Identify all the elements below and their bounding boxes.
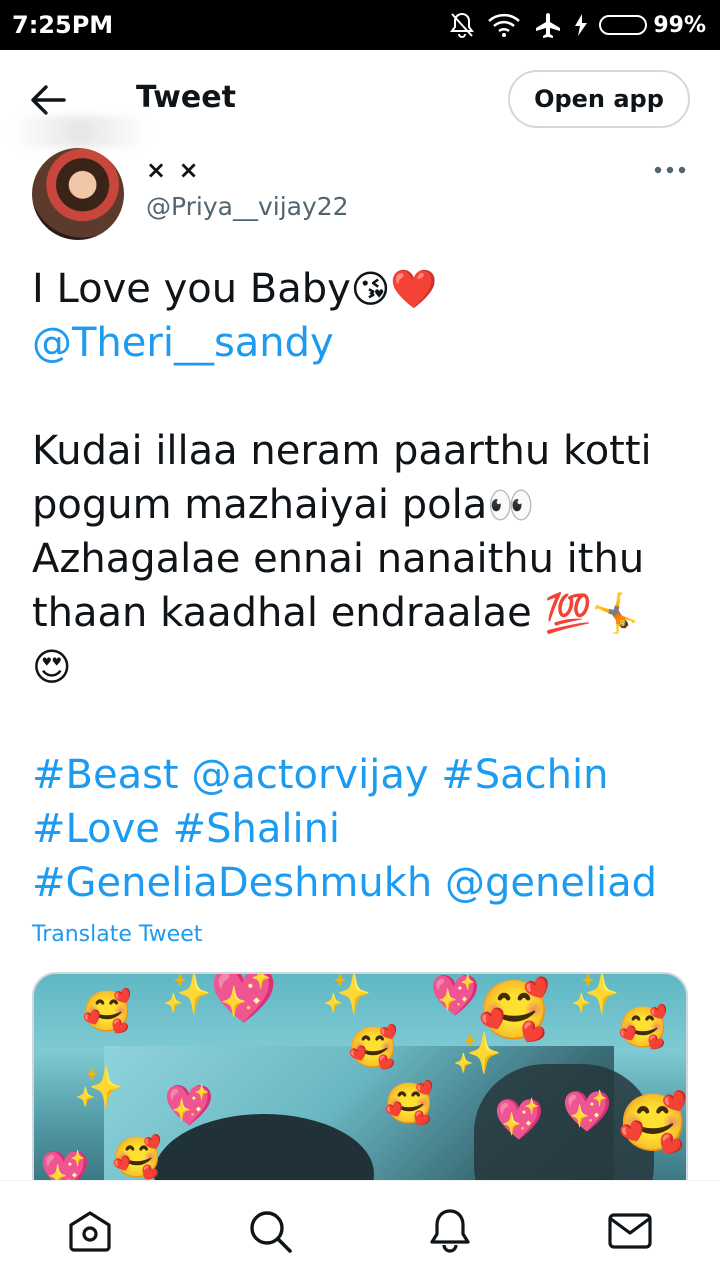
sticker: ✨ — [570, 972, 620, 1017]
hashtag-link[interactable]: #Shalini — [173, 806, 340, 852]
tweet-header: Tweet Open app — [0, 50, 720, 150]
author-handle[interactable]: @Priya__vijay22 — [146, 192, 349, 221]
hashtag-link[interactable]: #GeneliaDeshmukh — [32, 860, 432, 906]
mention-link[interactable]: @actorvijay — [191, 752, 428, 798]
home-icon — [69, 1211, 111, 1252]
charging-icon — [575, 14, 588, 36]
blurred-overlay — [10, 116, 150, 148]
wifi-icon — [487, 12, 521, 38]
sticker: ✨ — [322, 972, 372, 1017]
sticker: 💖 — [494, 1097, 544, 1143]
sticker: ✨ — [452, 1031, 502, 1077]
tweet-line: I Love you Baby — [32, 266, 351, 312]
eyes-emoji: 👀 — [487, 483, 535, 527]
back-arrow-icon — [31, 85, 66, 115]
sticker: 🥰 — [478, 976, 551, 1044]
nav-search-button[interactable] — [240, 1201, 300, 1261]
kiss-heart-emoji: 😘❤️ — [350, 267, 438, 311]
open-app-button[interactable]: Open app — [508, 70, 690, 128]
heart-eyes-emoji: 😍 — [32, 645, 72, 689]
battery-icon — [599, 15, 648, 35]
battery: 99% — [599, 13, 706, 38]
sticker: 🥰 — [384, 1081, 434, 1127]
notifications-icon — [430, 1209, 470, 1253]
battery-percent: 99% — [653, 12, 706, 38]
airplane-icon — [533, 11, 563, 39]
sticker: 🥰 — [112, 1135, 162, 1181]
sticker: 🥰 — [618, 1005, 668, 1051]
nav-home-button[interactable] — [60, 1201, 120, 1261]
tweet-line: pogum mazhaiyai pola — [32, 482, 488, 528]
more-icon — [654, 166, 686, 174]
more-options-button[interactable] — [650, 160, 690, 180]
sticker: 💖 — [210, 972, 278, 1027]
nav-messages-button[interactable] — [600, 1201, 660, 1261]
sticker: 🥰 — [348, 1025, 398, 1071]
translate-tweet-link[interactable]: Translate Tweet — [32, 922, 202, 947]
sticker: 💖 — [164, 1083, 214, 1129]
back-button[interactable] — [28, 82, 68, 118]
sticker: 💖 — [562, 1089, 612, 1135]
search-icon — [250, 1211, 292, 1253]
messages-icon — [608, 1213, 652, 1249]
tweet-line: Kudai illaa neram paarthu kotti — [32, 428, 652, 474]
hashtag-link[interactable]: #Love — [32, 806, 160, 852]
sticker: ✨ — [74, 1065, 124, 1111]
author-display-name[interactable]: × × — [146, 156, 201, 184]
sticker: 💖 — [430, 973, 480, 1019]
nav-notifications-button[interactable] — [420, 1201, 480, 1261]
hashtag-link[interactable]: #Beast — [32, 752, 179, 798]
sticker: 🥰 — [82, 989, 132, 1035]
sticker: ✨ — [162, 972, 212, 1017]
status-time: 7:25PM — [12, 11, 114, 39]
bottom-nav — [0, 1180, 720, 1281]
tweet-line: Azhagalae ennai nanaithu ithu — [32, 536, 645, 582]
sticker: 🥰 — [618, 1091, 688, 1156]
hashtag-link[interactable]: #Sachin — [441, 752, 608, 798]
status-bar: 7:25PM 99% — [0, 0, 720, 50]
tweet-line: thaan kaadhal endraalae — [32, 590, 545, 636]
status-icons: 99% — [449, 11, 706, 39]
page-title: Tweet — [136, 80, 236, 115]
tweet-text: I Love you Baby😘❤️ @Theri__sandy Kudai i… — [32, 262, 692, 910]
mention-link[interactable]: @geneliad — [445, 860, 657, 906]
mention-link[interactable]: @Theri__sandy — [32, 320, 334, 366]
avatar[interactable] — [32, 148, 124, 240]
hundred-cartwheel-emoji: 💯🤸 — [544, 591, 640, 635]
bell-muted-icon — [449, 11, 475, 39]
